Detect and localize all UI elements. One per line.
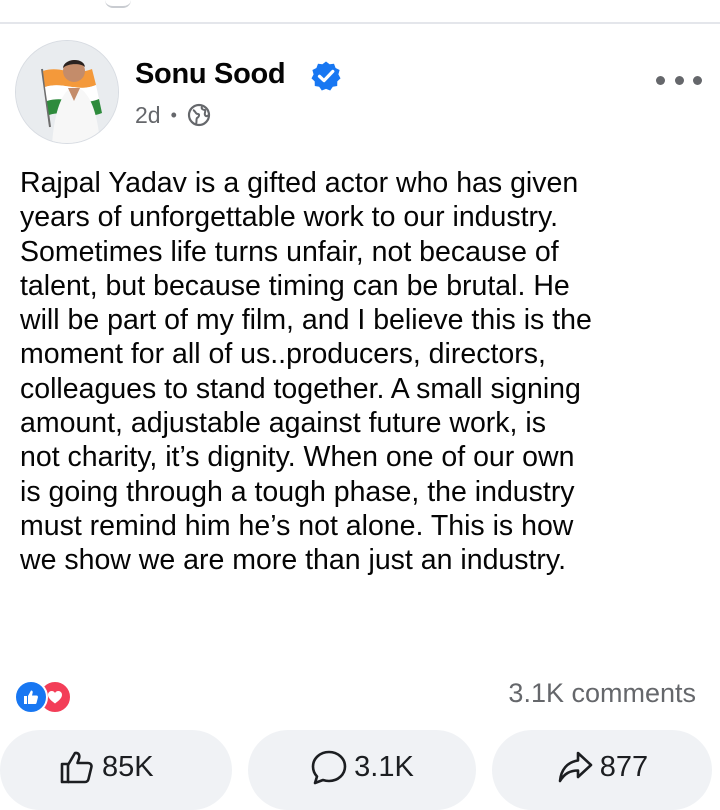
like-icon <box>14 680 48 714</box>
globe-icon <box>187 103 211 127</box>
verified-badge-icon <box>311 61 341 91</box>
dot-icon <box>674 75 684 85</box>
post-meta: 2d • <box>135 100 211 130</box>
comment-count: 3.1K <box>354 751 414 783</box>
more-options-button[interactable] <box>656 68 702 92</box>
dot-icon <box>693 75 702 85</box>
thumbs-up-icon <box>60 751 93 784</box>
comment-bubble-icon <box>311 750 347 785</box>
top-divider <box>0 22 720 24</box>
post-header: Sonu Sood 2d • <box>0 40 720 144</box>
like-button[interactable]: 85K <box>0 730 232 810</box>
reaction-icons[interactable] <box>14 680 74 714</box>
post-time[interactable]: 2d <box>135 102 161 129</box>
comment-button[interactable]: 3.1K <box>248 730 476 810</box>
share-count: 877 <box>599 751 649 783</box>
post-body-text: Rajpal Yadav is a gifted actor who has g… <box>20 167 592 577</box>
avatar-image <box>16 41 118 143</box>
meta-separator: • <box>170 105 177 125</box>
dot-icon <box>656 75 665 85</box>
share-arrow-icon <box>558 751 593 783</box>
like-count: 85K <box>102 751 154 783</box>
comments-summary-link[interactable]: 3.1K comments <box>508 678 696 709</box>
share-button[interactable]: 877 <box>492 730 712 810</box>
author-name[interactable]: Sonu Sood <box>135 58 286 91</box>
avatar[interactable] <box>15 40 119 144</box>
partial-icon <box>105 0 131 8</box>
